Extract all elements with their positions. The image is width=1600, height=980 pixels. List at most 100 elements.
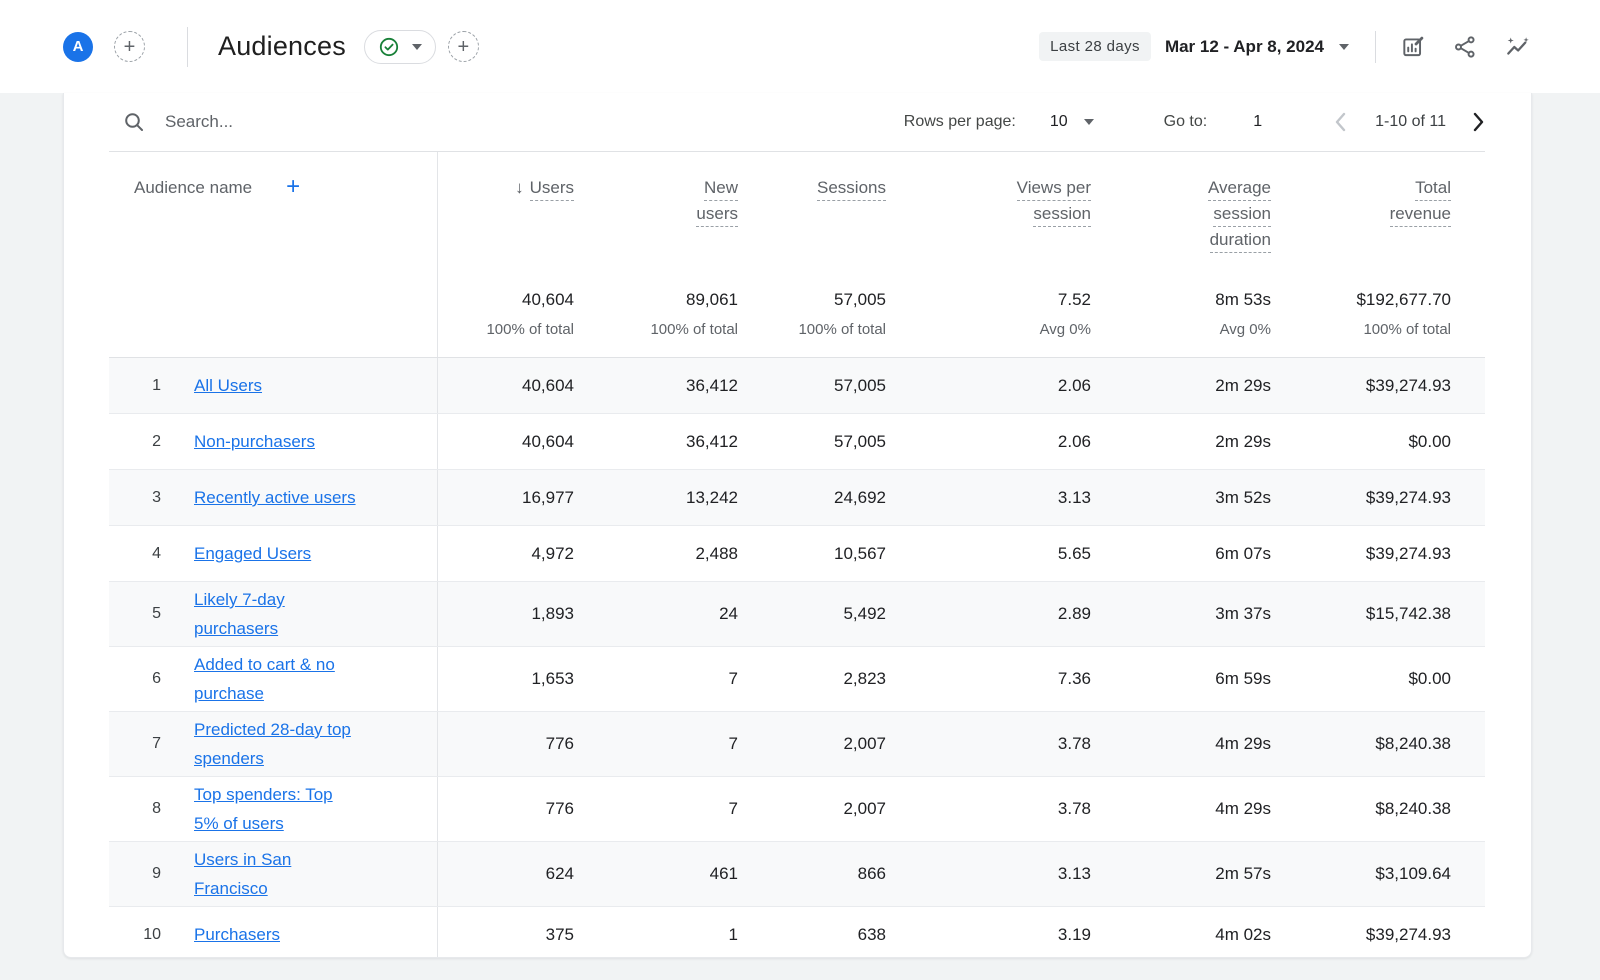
audience-link[interactable]: Purchasers <box>194 920 280 949</box>
audience-link-line: purchase <box>194 679 335 708</box>
total-subtext: 100% of total <box>1271 321 1451 338</box>
audience-link-line: Likely 7-day <box>194 585 285 614</box>
column-header[interactable]: Views persession <box>886 178 1091 290</box>
column-header[interactable]: Averagesessionduration <box>1091 178 1271 290</box>
add-column-button[interactable]: + <box>286 178 300 195</box>
add-report-button[interactable]: + <box>448 31 479 62</box>
column-header-line: Average <box>1091 178 1271 198</box>
add-comparison-button[interactable]: + <box>114 31 145 62</box>
chevron-down-icon <box>412 44 422 50</box>
column-header[interactable]: Sessions <box>738 178 886 290</box>
metric-value: 13,242 <box>574 488 738 508</box>
row-metrics: 77672,0073.784m 29s$8,240.38 <box>438 777 1451 841</box>
metric-header-row: ↓UsersNewusersSessionsViews persessionAv… <box>438 152 1451 290</box>
table-row: 10Purchasers37516383.194m 02s$39,274.93 <box>109 907 1485 958</box>
metric-value: 1,653 <box>438 669 574 689</box>
metric-value: $39,274.93 <box>1271 544 1451 564</box>
go-to-input[interactable]: 1 <box>1253 113 1262 131</box>
audience-link[interactable]: Likely 7-daypurchasers <box>194 585 285 643</box>
totals-cell: 8m 53sAvg 0% <box>1091 290 1271 357</box>
customize-report-button[interactable] <box>1400 34 1426 60</box>
row-index: 5 <box>109 605 169 623</box>
date-range-dropdown-icon[interactable] <box>1339 44 1349 50</box>
metric-value: 2,007 <box>738 734 886 754</box>
audience-link[interactable]: Users in SanFrancisco <box>194 845 291 903</box>
report-status-dropdown[interactable] <box>364 30 436 64</box>
total-value: 7.52 <box>886 290 1091 310</box>
metric-value: 3.13 <box>886 488 1091 508</box>
row-name-block: 10Purchasers <box>109 907 438 958</box>
page-background: Search... Rows per page: 10 Go to: 1 1-1… <box>0 93 1600 980</box>
row-name-block: 2Non-purchasers <box>109 414 438 469</box>
previous-page-button[interactable] <box>1334 111 1347 133</box>
metric-value: $0.00 <box>1271 432 1451 452</box>
table-row: 7Predicted 28-day topspenders77672,0073.… <box>109 712 1485 777</box>
audience-link-line: spenders <box>194 744 351 773</box>
share-icon <box>1452 34 1478 60</box>
metric-value: 638 <box>738 925 886 945</box>
table-row: 6Added to cart & nopurchase1,65372,8237.… <box>109 647 1485 712</box>
totals-cell: 57,005100% of total <box>738 290 886 357</box>
column-header-label: New <box>704 178 738 201</box>
audience-link[interactable]: Added to cart & nopurchase <box>194 650 335 708</box>
audience-link[interactable]: Engaged Users <box>194 539 311 568</box>
totals-cell: $192,677.70100% of total <box>1271 290 1451 357</box>
search-input[interactable]: Search... <box>165 112 233 132</box>
avatar[interactable]: A <box>63 32 93 62</box>
audience-link[interactable]: Non-purchasers <box>194 427 315 456</box>
audience-link[interactable]: All Users <box>194 371 262 400</box>
share-button[interactable] <box>1452 34 1478 60</box>
row-name-block: 3 Recently active users <box>109 470 438 525</box>
table-row: 3Recently active users16,97713,24224,692… <box>109 470 1485 526</box>
metric-value: 3.78 <box>886 734 1091 754</box>
insights-button[interactable] <box>1504 34 1530 60</box>
audience-link[interactable]: Recently active users <box>194 483 356 512</box>
column-header[interactable]: New users <box>574 178 738 290</box>
column-header[interactable]: ↓Users <box>438 178 574 290</box>
total-value: 8m 53s <box>1091 290 1271 310</box>
header-divider <box>1375 31 1376 63</box>
row-index: 3 <box>109 489 169 507</box>
metric-value: 7 <box>574 734 738 754</box>
metric-value: 57,005 <box>738 376 886 396</box>
column-header-label: revenue <box>1390 204 1451 227</box>
metric-value: 461 <box>574 864 738 884</box>
audience-name-cell: Non-purchasers <box>169 424 335 459</box>
row-metrics: 77672,0073.784m 29s$8,240.38 <box>438 712 1451 776</box>
metric-value: $8,240.38 <box>1271 799 1451 819</box>
audience-name-cell: Predicted 28-day topspenders <box>169 712 371 776</box>
metric-value: 866 <box>738 864 886 884</box>
search-icon <box>123 111 145 133</box>
audience-name-cell: Recently active users <box>169 480 376 515</box>
name-column-header: Audience name + <box>109 152 438 290</box>
metric-value: 1,893 <box>438 604 574 624</box>
metric-value: $8,240.38 <box>1271 734 1451 754</box>
metric-value: 624 <box>438 864 574 884</box>
column-header-line: New <box>574 178 738 198</box>
audience-name-cell: Top spenders: Top5% of users <box>169 777 353 841</box>
next-page-button[interactable] <box>1472 111 1485 133</box>
header-right: Last 28 days Mar 12 - Apr 8, 2024 <box>1039 31 1530 63</box>
column-header[interactable]: Totalrevenue <box>1271 178 1451 290</box>
row-metrics: 40,60436,41257,0052.062m 29s$0.00 <box>438 414 1451 469</box>
row-index: 4 <box>109 545 169 563</box>
audience-link[interactable]: Top spenders: Top5% of users <box>194 780 333 838</box>
row-metrics: 6244618663.132m 57s$3,109.64 <box>438 842 1451 906</box>
row-index: 8 <box>109 800 169 818</box>
metric-value: 40,604 <box>438 376 574 396</box>
table-row: 5Likely 7-daypurchasers1,893245,4922.893… <box>109 582 1485 647</box>
column-header-label: users <box>696 204 738 227</box>
metric-value: 4m 29s <box>1091 734 1271 754</box>
total-subtext: 100% of total <box>438 321 574 338</box>
metric-value: 10,567 <box>738 544 886 564</box>
header-divider <box>187 27 188 67</box>
metric-value: 7 <box>574 799 738 819</box>
go-to-label: Go to: <box>1164 113 1208 131</box>
rows-per-page-dropdown-icon[interactable] <box>1084 119 1094 125</box>
rows-per-page-select[interactable]: 10 <box>1050 113 1068 131</box>
row-index: 9 <box>109 865 169 883</box>
audience-link[interactable]: Predicted 28-day topspenders <box>194 715 351 773</box>
metric-value: 7 <box>574 669 738 689</box>
column-header-label: Average <box>1208 178 1271 201</box>
audience-name-cell: Purchasers <box>169 917 300 952</box>
